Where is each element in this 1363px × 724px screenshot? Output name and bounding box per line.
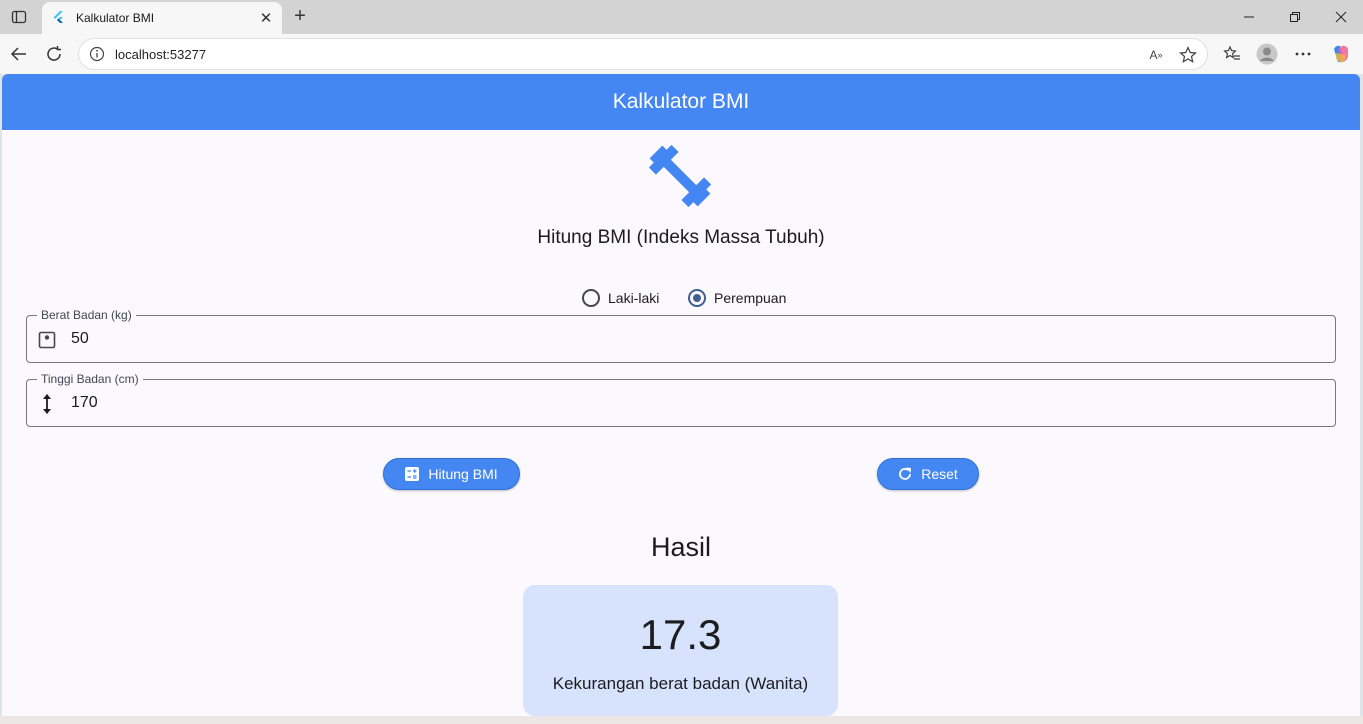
height-input[interactable]: 170 bbox=[71, 394, 98, 412]
scale-icon bbox=[37, 330, 57, 350]
window-bottom-edge bbox=[0, 716, 1363, 724]
restore-icon[interactable] bbox=[1283, 6, 1307, 28]
gender-option-perempuan[interactable]: Perempuan bbox=[688, 289, 786, 307]
copilot-icon[interactable] bbox=[1330, 43, 1352, 65]
gender-label-perempuan: Perempuan bbox=[714, 290, 787, 306]
tab-actions-icon[interactable] bbox=[8, 6, 30, 28]
gender-option-laki-laki[interactable]: Laki-laki bbox=[582, 289, 659, 307]
url-text: localhost:53277 bbox=[115, 46, 207, 62]
height-field[interactable]: Tinggi Badan (cm) 170 bbox=[26, 372, 1336, 427]
fitness-dumbbell-icon bbox=[648, 144, 712, 208]
profile-avatar-icon[interactable] bbox=[1256, 43, 1278, 65]
calculate-icon bbox=[405, 467, 420, 481]
refresh-icon[interactable] bbox=[43, 43, 65, 65]
weight-field[interactable]: Berat Badan (kg) 50 bbox=[26, 308, 1336, 363]
more-options-icon[interactable] bbox=[1292, 43, 1314, 65]
gender-label-laki-laki: Laki-laki bbox=[608, 290, 660, 306]
site-info-icon[interactable] bbox=[89, 46, 105, 62]
refresh-icon bbox=[899, 467, 912, 480]
height-field-label: Tinggi Badan (cm) bbox=[37, 372, 143, 386]
app-bar: Kalkulator BMI bbox=[2, 74, 1360, 130]
read-aloud-icon[interactable]: A» bbox=[1147, 46, 1165, 64]
favorite-star-icon[interactable] bbox=[1179, 46, 1197, 64]
weight-field-label: Berat Badan (kg) bbox=[37, 308, 136, 322]
favorites-icon[interactable] bbox=[1221, 43, 1243, 65]
radio-laki-laki[interactable] bbox=[582, 289, 600, 307]
flutter-icon bbox=[53, 11, 63, 23]
browser-tab[interactable]: Kalkulator BMI ✕ bbox=[42, 2, 282, 34]
result-heading: Hasil bbox=[650, 532, 711, 562]
bmi-category: Kekurangan berat badan (Wanita) bbox=[552, 674, 809, 693]
page-subtitle: Hitung BMI (Indeks Massa Tubuh) bbox=[537, 227, 825, 248]
close-tab-icon[interactable]: ✕ bbox=[258, 10, 274, 27]
minimize-icon[interactable] bbox=[1237, 6, 1261, 28]
tab-bar: Kalkulator BMI ✕ + bbox=[0, 0, 1363, 34]
back-icon[interactable] bbox=[8, 43, 30, 65]
result-card: 17.3 Kekurangan berat badan (Wanita) bbox=[523, 585, 838, 716]
weight-input[interactable]: 50 bbox=[71, 330, 89, 348]
tab-title: Kalkulator BMI bbox=[76, 11, 155, 25]
new-tab-icon[interactable]: + bbox=[290, 6, 310, 26]
app-title: Kalkulator BMI bbox=[612, 90, 750, 113]
radio-perempuan[interactable] bbox=[688, 289, 706, 307]
app-window: Kalkulator BMI Hitung BMI (Indeks Massa … bbox=[2, 74, 1360, 716]
navigation-bar: localhost:53277 A» bbox=[0, 34, 1363, 74]
height-icon bbox=[37, 394, 57, 414]
bmi-value: 17.3 bbox=[639, 611, 722, 658]
reset-label: Reset bbox=[921, 466, 958, 482]
close-window-icon[interactable] bbox=[1329, 6, 1353, 28]
address-bar[interactable]: localhost:53277 A» bbox=[78, 38, 1208, 70]
reset-button[interactable]: Reset bbox=[877, 458, 979, 490]
calculate-bmi-label: Hitung BMI bbox=[428, 466, 498, 482]
calculate-bmi-button[interactable]: Hitung BMI bbox=[383, 458, 520, 490]
